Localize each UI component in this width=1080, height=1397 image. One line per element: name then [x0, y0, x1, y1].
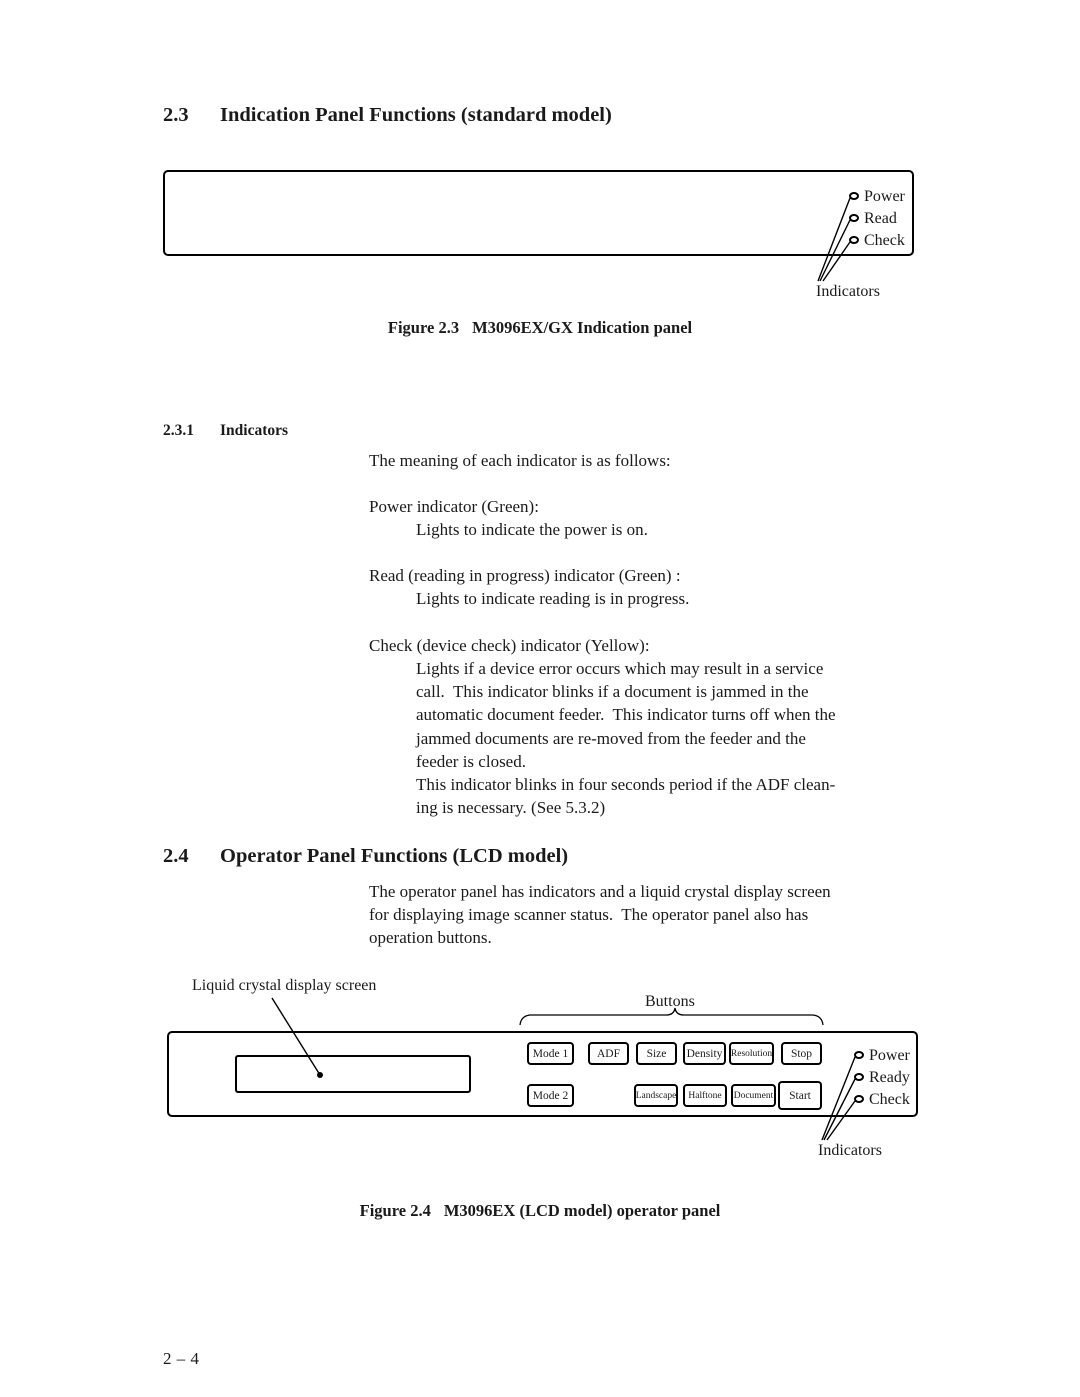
button-density[interactable]: Density [683, 1042, 726, 1065]
section-2-3-title: Indication Panel Functions (standard mod… [220, 104, 612, 126]
section-2-3-1-number: 2.3.1 [163, 422, 194, 439]
led-check-operator [854, 1095, 864, 1103]
led-label-read-indication: Read [864, 210, 897, 227]
led-ready-operator [854, 1073, 864, 1081]
figure-2-4-caption: Figure 2.4 M3096EX (LCD model) operator p… [0, 1201, 1080, 1221]
button-resolution[interactable]: Resolution [729, 1042, 774, 1065]
button-adf[interactable]: ADF [588, 1042, 629, 1065]
power-indicator-heading: Power indicator (Green): [369, 497, 539, 516]
read-indicator-body: Lights to indicate reading is in progres… [416, 589, 690, 608]
section-2-3-1-title: Indicators [220, 422, 289, 439]
button-landscape[interactable]: Landscape [634, 1084, 678, 1107]
led-read-indication [849, 214, 859, 222]
indication-panel-figure [163, 170, 914, 256]
figure-2-3-caption: Figure 2.3 M3096EX/GX Indication panel [0, 318, 1080, 338]
figure-2-3-caption-text: M3096EX/GX Indication panel [472, 318, 693, 337]
page-number: 2 – 4 [163, 1349, 200, 1368]
section-2-3-number: 2.3 [163, 104, 189, 126]
indicators-callout-operator: Indicators [818, 1142, 882, 1159]
led-label-power-operator: Power [869, 1047, 910, 1064]
figure-2-4-caption-text: M3096EX (LCD model) operator panel [443, 1201, 721, 1220]
indicators-intro-text: The meaning of each indicator is as foll… [369, 451, 671, 470]
check-indicator-body: Lights if a device error occurs which ma… [416, 659, 836, 818]
lcd-display-screen [235, 1055, 471, 1093]
led-label-ready-operator: Ready [869, 1069, 910, 1086]
button-mode-2[interactable]: Mode 2 [527, 1084, 574, 1107]
led-power-operator [854, 1051, 864, 1059]
figure-2-4-caption-label: Figure 2.4 [359, 1201, 431, 1220]
button-mode-1[interactable]: Mode 1 [527, 1042, 574, 1065]
button-start[interactable]: Start [778, 1081, 822, 1110]
led-power-indication [849, 192, 859, 200]
power-indicator-body: Lights to indicate the power is on. [416, 520, 648, 539]
led-label-check-indication: Check [864, 232, 905, 249]
section-2-4-number: 2.4 [163, 845, 189, 867]
section-2-4-body: The operator panel has indicators and a … [369, 882, 831, 948]
button-stop[interactable]: Stop [781, 1042, 822, 1065]
led-check-indication [849, 236, 859, 244]
indicators-callout-indication: Indicators [816, 283, 880, 300]
button-halftone[interactable]: Halftone [683, 1084, 727, 1107]
buttons-callout: Buttons [645, 993, 695, 1010]
lcd-screen-callout: Liquid crystal display screen [192, 977, 377, 994]
figure-2-3-caption-label: Figure 2.3 [387, 318, 460, 337]
led-label-power-indication: Power [864, 188, 905, 205]
check-indicator-heading: Check (device check) indicator (Yellow): [369, 636, 650, 655]
section-2-4-title: Operator Panel Functions (LCD model) [220, 845, 569, 867]
led-label-check-operator: Check [869, 1091, 910, 1108]
read-indicator-heading: Read (reading in progress) indicator (Gr… [369, 566, 681, 585]
button-size[interactable]: Size [636, 1042, 677, 1065]
button-document[interactable]: Document [731, 1084, 776, 1107]
